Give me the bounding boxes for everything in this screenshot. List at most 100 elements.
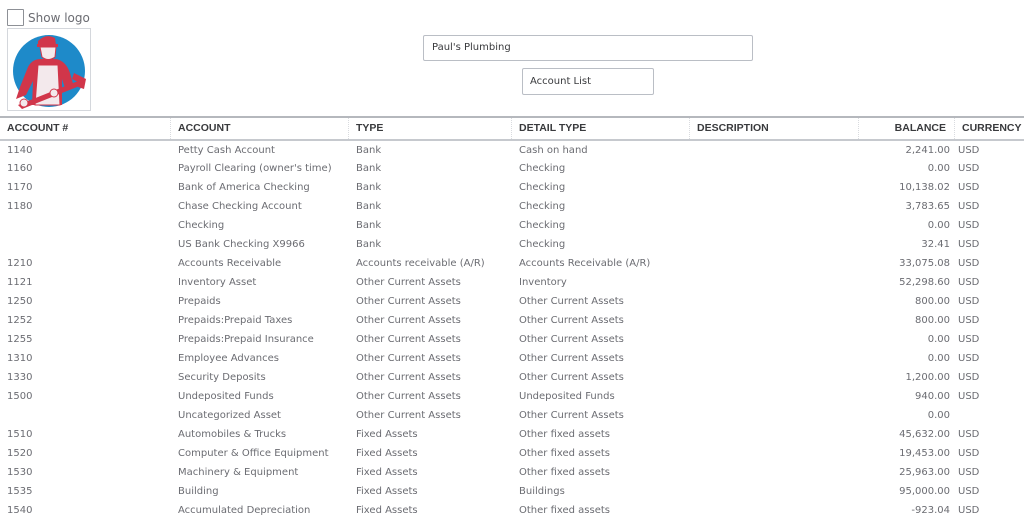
cell-detail-type: Other fixed assets	[519, 467, 610, 478]
cell-account: Prepaids:Prepaid Insurance	[178, 334, 314, 345]
cell-description	[690, 292, 859, 311]
column-header-balance[interactable]: BALANCE	[859, 118, 955, 139]
cell-detail-type: Checking	[519, 239, 566, 250]
show-logo-checkbox[interactable]	[7, 9, 24, 26]
cell-account: Building	[178, 486, 219, 497]
cell-description	[690, 254, 859, 273]
cell-account: Machinery & Equipment	[178, 467, 299, 478]
cell-currency	[955, 406, 1024, 425]
cell-account-number: 1500	[7, 391, 33, 402]
cell-description	[690, 273, 859, 292]
cell-detail-type: Other fixed assets	[519, 505, 610, 516]
company-name-field[interactable]: Paul's Plumbing	[423, 35, 753, 61]
cell-detail-type: Other fixed assets	[519, 448, 610, 459]
table-row[interactable]: 1330 Security Deposits Other Current Ass…	[0, 368, 1024, 387]
cell-type: Fixed Assets	[356, 429, 418, 440]
cell-description	[690, 444, 859, 463]
cell-balance: 95,000.00	[899, 486, 950, 497]
cell-account: Payroll Clearing (owner's time)	[178, 163, 332, 174]
account-list-table: ACCOUNT # ACCOUNT TYPE DETAIL TYPE DESCR…	[0, 116, 1024, 520]
cell-description	[690, 463, 859, 482]
cell-description	[690, 311, 859, 330]
column-header-account-number[interactable]: ACCOUNT #	[0, 118, 171, 139]
table-row[interactable]: 1500 Undeposited Funds Other Current Ass…	[0, 387, 1024, 406]
table-row[interactable]: 1252 Prepaids:Prepaid Taxes Other Curren…	[0, 311, 1024, 330]
cell-detail-type: Other fixed assets	[519, 429, 610, 440]
cell-account: Automobiles & Trucks	[178, 429, 287, 440]
cell-balance: 1,200.00	[905, 372, 950, 383]
report-title-field[interactable]: Account List	[522, 68, 654, 95]
table-row[interactable]: US Bank Checking X9966 Bank Checking 32.…	[0, 235, 1024, 254]
cell-detail-type: Checking	[519, 182, 566, 193]
cell-account-number	[0, 235, 171, 254]
table-row[interactable]: 1160 Payroll Clearing (owner's time) Ban…	[0, 159, 1024, 178]
table-header: ACCOUNT # ACCOUNT TYPE DETAIL TYPE DESCR…	[0, 116, 1024, 141]
cell-currency: USD	[958, 201, 980, 212]
cell-type: Other Current Assets	[356, 410, 461, 421]
table-row[interactable]: 1140 Petty Cash Account Bank Cash on han…	[0, 141, 1024, 159]
plumber-logo-icon	[13, 35, 86, 109]
table-row[interactable]: 1170 Bank of America Checking Bank Check…	[0, 178, 1024, 197]
cell-description	[690, 235, 859, 254]
table-row[interactable]: Checking Bank Checking 0.00 USD	[0, 216, 1024, 235]
cell-currency: USD	[958, 486, 980, 497]
column-header-detail-type[interactable]: DETAIL TYPE	[512, 118, 690, 139]
cell-account: Accounts Receivable	[178, 258, 282, 269]
cell-account: Petty Cash Account	[178, 145, 275, 156]
table-row[interactable]: 1510 Automobiles & Trucks Fixed Assets O…	[0, 425, 1024, 444]
cell-detail-type: Checking	[519, 220, 566, 231]
cell-detail-type: Checking	[519, 201, 566, 212]
show-logo-toggle[interactable]: Show logo	[7, 9, 90, 26]
column-header-type[interactable]: TYPE	[349, 118, 512, 139]
table-row[interactable]: 1535 Building Fixed Assets Buildings 95,…	[0, 482, 1024, 501]
cell-type: Bank	[356, 163, 382, 174]
table-row[interactable]: 1250 Prepaids Other Current Assets Other…	[0, 292, 1024, 311]
table-row[interactable]: 1540 Accumulated Depreciation Fixed Asse…	[0, 501, 1024, 520]
cell-account-number: 1510	[7, 429, 33, 440]
cell-balance: 3,783.65	[905, 201, 950, 212]
show-logo-label: Show logo	[28, 10, 90, 25]
cell-description	[690, 406, 859, 425]
cell-currency: USD	[958, 429, 980, 440]
table-row[interactable]: 1530 Machinery & Equipment Fixed Assets …	[0, 463, 1024, 482]
cell-type: Other Current Assets	[356, 334, 461, 345]
cell-type: Other Current Assets	[356, 391, 461, 402]
table-row[interactable]: 1255 Prepaids:Prepaid Insurance Other Cu…	[0, 330, 1024, 349]
cell-type: Fixed Assets	[356, 467, 418, 478]
cell-balance: 32.41	[921, 239, 950, 250]
cell-type: Bank	[356, 145, 382, 156]
cell-balance: 800.00	[915, 315, 950, 326]
cell-account: Computer & Office Equipment	[178, 448, 329, 459]
cell-balance: 0.00	[927, 163, 950, 174]
cell-detail-type: Other Current Assets	[519, 315, 624, 326]
cell-currency: USD	[958, 296, 980, 307]
cell-account: Prepaids	[178, 296, 221, 307]
cell-account: Chase Checking Account	[178, 201, 302, 212]
table-row[interactable]: 1180 Chase Checking Account Bank Checkin…	[0, 197, 1024, 216]
cell-currency: USD	[958, 315, 980, 326]
column-header-description[interactable]: DESCRIPTION	[690, 118, 859, 139]
cell-account: US Bank Checking X9966	[178, 239, 305, 250]
column-header-account[interactable]: ACCOUNT	[171, 118, 349, 139]
table-row[interactable]: 1310 Employee Advances Other Current Ass…	[0, 349, 1024, 368]
cell-balance: 33,075.08	[899, 258, 950, 269]
table-row[interactable]: 1520 Computer & Office Equipment Fixed A…	[0, 444, 1024, 463]
table-row[interactable]: 1121 Inventory Asset Other Current Asset…	[0, 273, 1024, 292]
cell-account-number	[0, 406, 171, 425]
cell-account: Accumulated Depreciation	[178, 505, 311, 516]
cell-balance: 0.00	[927, 353, 950, 364]
cell-description	[690, 159, 859, 178]
cell-account-number: 1535	[7, 486, 33, 497]
table-row[interactable]: 1210 Accounts Receivable Accounts receiv…	[0, 254, 1024, 273]
table-row[interactable]: Uncategorized Asset Other Current Assets…	[0, 406, 1024, 425]
cell-description	[690, 178, 859, 197]
cell-description	[690, 141, 859, 159]
cell-description	[690, 425, 859, 444]
cell-type: Other Current Assets	[356, 372, 461, 383]
cell-currency: USD	[958, 277, 980, 288]
cell-detail-type: Other Current Assets	[519, 334, 624, 345]
cell-currency: USD	[958, 182, 980, 193]
cell-account-number: 1160	[7, 163, 33, 174]
column-header-currency[interactable]: CURRENCY	[955, 118, 1024, 139]
cell-account: Prepaids:Prepaid Taxes	[178, 315, 293, 326]
